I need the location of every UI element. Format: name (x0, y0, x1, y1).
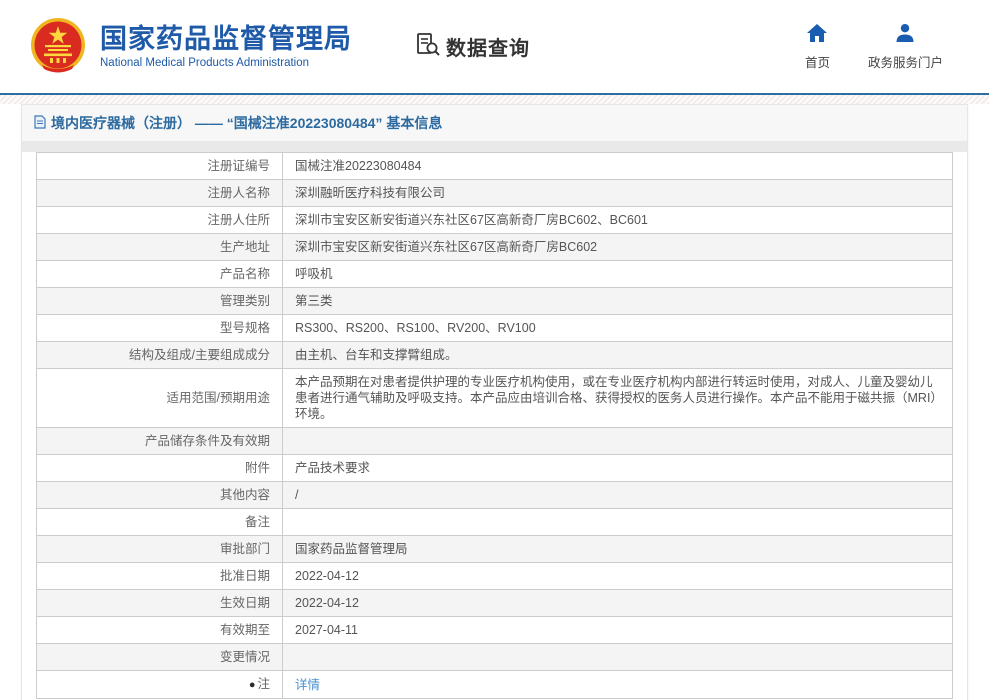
logo-text: 国家药品监督管理局 National Medical Products Admi… (100, 24, 352, 69)
table-row: 适用范围/预期用途本产品预期在对患者提供护理的专业医疗机构使用，或在专业医疗机构… (37, 369, 953, 428)
table-row: 产品名称呼吸机 (37, 261, 953, 288)
china-national-emblem-icon (28, 17, 88, 77)
row-label: 备注 (37, 509, 283, 536)
row-value: / (283, 482, 953, 509)
row-value (283, 428, 953, 455)
table-row: 其他内容/ (37, 482, 953, 509)
row-value: 详情 (283, 671, 953, 699)
table-row: 注册人住所深圳市宝安区新安街道兴东社区67区高新奇厂房BC602、BC601 (37, 207, 953, 234)
table-row: 注册证编号国械注准20223080484 (37, 153, 953, 180)
header-nav: 首页 政务服务门户 (805, 23, 961, 71)
table-row: ●注详情 (37, 671, 953, 699)
info-table-wrap: 注册证编号国械注准20223080484注册人名称深圳融昕医疗科技有限公司注册人… (22, 152, 967, 700)
row-label: 批准日期 (37, 563, 283, 590)
row-label: 其他内容 (37, 482, 283, 509)
page-title: 境内医疗器械（注册） —— “国械注准20223080484” 基本信息 (22, 105, 967, 152)
row-value: 2022-04-12 (283, 590, 953, 617)
document-search-icon (414, 31, 441, 63)
nav-home[interactable]: 首页 (805, 23, 830, 71)
row-label: 产品储存条件及有效期 (37, 428, 283, 455)
table-row: 管理类别第三类 (37, 288, 953, 315)
row-value: 深圳融昕医疗科技有限公司 (283, 180, 953, 207)
logo-title-zh: 国家药品监督管理局 (100, 24, 352, 54)
row-label: 管理类别 (37, 288, 283, 315)
row-label: 生效日期 (37, 590, 283, 617)
detail-panel: 境内医疗器械（注册） —— “国械注准20223080484” 基本信息 注册证… (21, 104, 968, 700)
row-label: 变更情况 (37, 644, 283, 671)
logo-title-en: National Medical Products Administration (100, 57, 352, 69)
row-value: 2027-04-11 (283, 617, 953, 644)
row-label: 注册证编号 (37, 153, 283, 180)
row-value: RS300、RS200、RS100、RV200、RV100 (283, 315, 953, 342)
table-row: 注册人名称深圳融昕医疗科技有限公司 (37, 180, 953, 207)
row-value: 国械注准20223080484 (283, 153, 953, 180)
nav-gov-portal-label: 政务服务门户 (868, 52, 943, 71)
row-value: 深圳市宝安区新安街道兴东社区67区高新奇厂房BC602、BC601 (283, 207, 953, 234)
row-label: 附件 (37, 455, 283, 482)
row-label: 注册人住所 (37, 207, 283, 234)
row-value: 2022-04-12 (283, 563, 953, 590)
table-row: 生产地址深圳市宝安区新安街道兴东社区67区高新奇厂房BC602 (37, 234, 953, 261)
row-value: 深圳市宝安区新安街道兴东社区67区高新奇厂房BC602 (283, 234, 953, 261)
user-icon (894, 23, 916, 48)
table-row: 结构及组成/主要组成成分由主机、台车和支撑臂组成。 (37, 342, 953, 369)
table-row: 型号规格RS300、RS200、RS100、RV200、RV100 (37, 315, 953, 342)
page-header: 国家药品监督管理局 National Medical Products Admi… (0, 0, 989, 93)
row-value: 国家药品监督管理局 (283, 536, 953, 563)
table-row: 生效日期2022-04-12 (37, 590, 953, 617)
data-query-tab[interactable]: 数据查询 (414, 31, 530, 63)
row-value (283, 509, 953, 536)
registration-info-table: 注册证编号国械注准20223080484注册人名称深圳融昕医疗科技有限公司注册人… (36, 152, 953, 699)
row-label: 审批部门 (37, 536, 283, 563)
row-label: 产品名称 (37, 261, 283, 288)
note-bullet-icon: ● (249, 679, 256, 691)
row-value (283, 644, 953, 671)
nmpa-logo[interactable]: 国家药品监督管理局 National Medical Products Admi… (28, 17, 352, 77)
table-row: 备注 (37, 509, 953, 536)
table-row: 附件产品技术要求 (37, 455, 953, 482)
row-value: 由主机、台车和支撑臂组成。 (283, 342, 953, 369)
detail-link[interactable]: 详情 (295, 678, 320, 692)
row-value: 产品技术要求 (283, 455, 953, 482)
nav-home-label: 首页 (805, 52, 830, 71)
row-value: 呼吸机 (283, 261, 953, 288)
row-label: 适用范围/预期用途 (37, 369, 283, 428)
row-label: 生产地址 (37, 234, 283, 261)
row-label: 结构及组成/主要组成成分 (37, 342, 283, 369)
row-label: 有效期至 (37, 617, 283, 644)
data-query-label: 数据查询 (446, 32, 530, 61)
row-label: 注册人名称 (37, 180, 283, 207)
table-row: 审批部门国家药品监督管理局 (37, 536, 953, 563)
page-doc-icon (34, 115, 46, 132)
page-title-text: 境内医疗器械（注册） —— “国械注准20223080484” 基本信息 (51, 113, 442, 133)
nav-gov-portal[interactable]: 政务服务门户 (868, 23, 943, 71)
home-icon (806, 23, 828, 48)
table-row: 变更情况 (37, 644, 953, 671)
row-value: 第三类 (283, 288, 953, 315)
row-value: 本产品预期在对患者提供护理的专业医疗机构使用，或在专业医疗机构内部进行转运时使用… (283, 369, 953, 428)
table-row: 产品储存条件及有效期 (37, 428, 953, 455)
row-label: 型号规格 (37, 315, 283, 342)
decorative-stripe-band (0, 95, 989, 104)
table-row: 批准日期2022-04-12 (37, 563, 953, 590)
row-label: ●注 (37, 671, 283, 699)
table-row: 有效期至2027-04-11 (37, 617, 953, 644)
